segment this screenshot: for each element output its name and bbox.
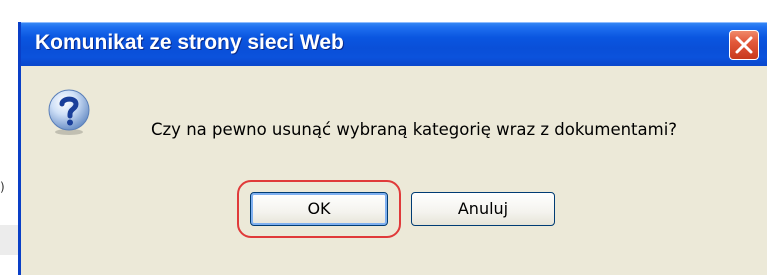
cancel-button[interactable]: Anuluj [411,192,555,226]
dialog-title: Komunikat ze strony sieci Web [35,31,344,54]
question-icon [48,89,90,135]
close-icon [735,36,753,54]
dialog-message: Czy na pewno usunąć wybraną kategorię wr… [151,120,678,139]
background-page-strip [0,225,18,255]
dialog-titlebar[interactable]: Komunikat ze strony sieci Web [21,22,767,66]
close-button[interactable] [729,30,759,60]
screen: ) Komunikat ze strony sieci Web Czy na p… [0,0,767,275]
ok-button[interactable]: OK [250,192,388,226]
background-page-fragment: ) [0,180,5,194]
message-dialog: Komunikat ze strony sieci Web Czy na pew… [18,22,767,275]
